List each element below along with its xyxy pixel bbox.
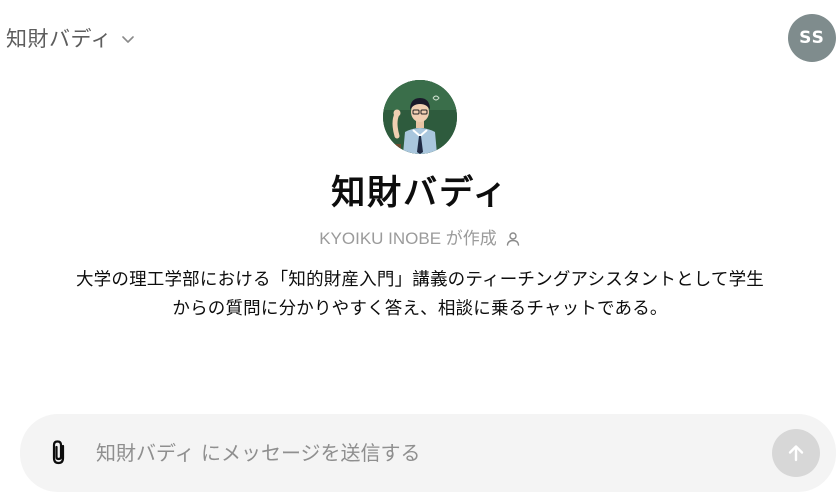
message-composer (20, 414, 836, 492)
bot-avatar-image (383, 80, 457, 154)
arrow-up-icon (785, 442, 807, 464)
model-name: 知財バディ (6, 27, 113, 51)
model-selector[interactable]: 知財バディ (6, 20, 136, 56)
message-input[interactable] (96, 433, 772, 473)
gpt-description: 大学の理工学部における「知的財産入門」講義のティーチングアシスタントとして学生か… (75, 270, 765, 319)
chat-page: 知財バディ SS 知財バディ KYOIKU INOBE が作成 大学の理工学部に… (0, 0, 840, 498)
chevron-down-icon (120, 31, 136, 47)
creator-text: KYOIKU INOBE が作成 (319, 229, 497, 248)
user-initials: SS (799, 28, 825, 48)
gpt-profile: 知財バディ KYOIKU INOBE が作成 大学の理工学部における「知的財産入… (0, 80, 840, 324)
user-icon (505, 231, 521, 247)
send-button[interactable] (772, 429, 820, 477)
top-bar: 知財バディ SS (0, 0, 840, 76)
attach-file-button[interactable] (44, 437, 76, 469)
user-avatar[interactable]: SS (788, 14, 836, 62)
gpt-title: 知財バディ (331, 173, 509, 213)
creator-info: KYOIKU INOBE が作成 (319, 228, 521, 250)
paperclip-icon (47, 439, 73, 467)
